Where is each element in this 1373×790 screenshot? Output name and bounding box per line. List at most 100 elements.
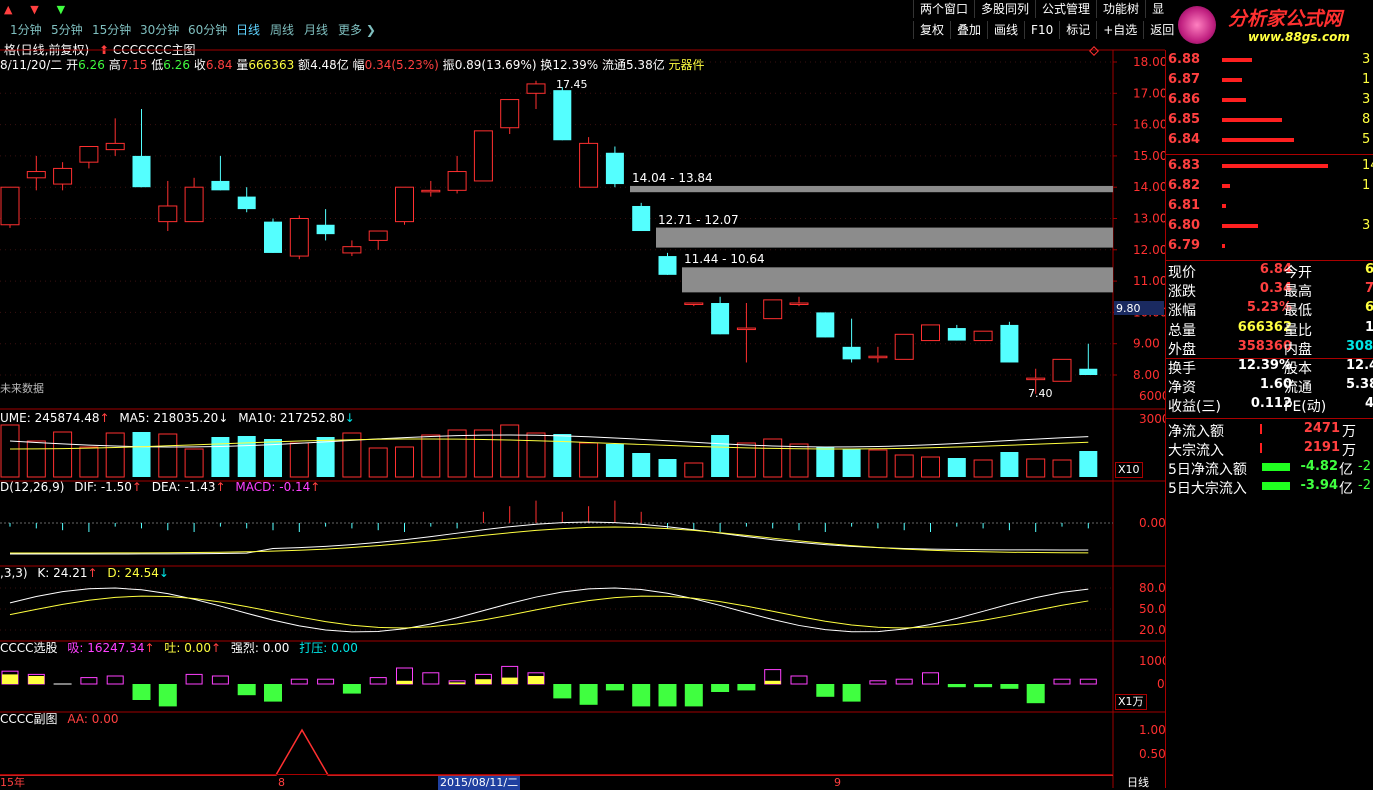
multi-stock-button[interactable]: 多股同列	[974, 0, 1035, 18]
candle-body-up	[736, 327, 756, 331]
buy-volume-bar	[1222, 244, 1225, 248]
sell-volume-bar	[1222, 78, 1242, 82]
mark-button[interactable]: 标记	[1059, 21, 1096, 39]
select-qiang: 强烈: 0.00	[230, 641, 290, 655]
overlay-button[interactable]: 叠加	[950, 21, 987, 39]
function-tree-button[interactable]: 功能树	[1096, 0, 1145, 18]
select-bar-positive	[1079, 678, 1097, 685]
quote-value-right: 3080	[1346, 338, 1373, 354]
volume-bar-up	[395, 446, 414, 478]
macd-dif-line	[9, 521, 1089, 555]
up-arrow-icon[interactable]: ▲	[4, 3, 12, 16]
select-graph	[1, 665, 1097, 707]
candle-body-up	[921, 324, 940, 342]
candle-body-up	[184, 186, 204, 223]
down-arrow-green-icon[interactable]: ▼	[57, 3, 65, 16]
select-bar-positive	[790, 675, 808, 685]
tab-5min[interactable]: 5分钟	[51, 20, 83, 40]
buy-price: 6.82	[1168, 178, 1201, 193]
volume-bar-up	[105, 432, 125, 478]
back-button[interactable]: 返回	[1143, 21, 1180, 39]
volume-bar-down	[316, 437, 335, 477]
down-arrow-icon[interactable]: ▼	[30, 3, 38, 16]
volume-bar-down	[553, 434, 572, 477]
volume-bar-down	[605, 444, 624, 477]
kdj-axis-label: 50.00	[1139, 602, 1165, 616]
quote-value-right: 1	[1364, 319, 1373, 335]
select-bar-negative	[579, 684, 598, 705]
flow-bar	[1262, 482, 1290, 490]
volume-ma5: MA5: 218035.20	[119, 411, 219, 425]
select-bar-negative	[816, 684, 835, 697]
candle-body-up	[447, 171, 467, 191]
tab-15min[interactable]: 15分钟	[92, 20, 131, 40]
sell-volume-bar	[1222, 98, 1246, 102]
candle-body-up	[973, 330, 993, 342]
candle-body-up	[26, 171, 46, 179]
select-bar-positive	[185, 673, 203, 685]
volume-bar-up	[421, 434, 441, 478]
quote-label-right: 股本	[1284, 361, 1312, 377]
tab-monthly[interactable]: 月线	[304, 20, 328, 40]
sell-price: 6.87	[1168, 72, 1201, 87]
kdj-k: K: 24.21	[37, 566, 88, 580]
sub-header: CCCC副图 AA: 0.00	[0, 712, 118, 726]
kdj-k-line	[9, 587, 1089, 633]
select-bar-positive	[895, 678, 913, 685]
tab-daily[interactable]: 日线	[236, 20, 260, 40]
two-windows-button[interactable]: 两个窗口	[913, 0, 974, 18]
tab-60min[interactable]: 60分钟	[188, 20, 227, 40]
select-bar-yellow	[528, 676, 544, 684]
sell-price: 6.88	[1168, 52, 1201, 67]
zone-rect-2	[656, 227, 1113, 248]
add-watchlist-button[interactable]: +自选	[1096, 21, 1143, 39]
price-zones	[630, 185, 1113, 293]
sell-price: 6.85	[1168, 112, 1201, 127]
volume-bar-up	[684, 462, 704, 478]
candle-body-down	[1000, 324, 1019, 363]
right-panel: 6.8836.8716.8636.8586.845 6.83146.8216.8…	[1165, 50, 1373, 788]
price-axes: 18.00 17.00 16.00 15.00 14.00 13.00 12.00 11.00…	[1089, 46, 1165, 761]
tab-30min[interactable]: 30分钟	[140, 20, 179, 40]
sell-volume-bar	[1222, 118, 1282, 122]
candle-body-up	[105, 142, 125, 151]
quote-label-right: 流通	[1284, 380, 1312, 397]
restore-right-button[interactable]: 复权	[913, 21, 950, 39]
select-bar-negative	[711, 684, 730, 692]
price-axis-label: 18.00	[1133, 55, 1165, 69]
candle-body-up	[500, 99, 520, 129]
quote-label-left: 外盘	[1168, 341, 1196, 358]
macd-params: D(12,26,9)	[0, 480, 65, 494]
tab-1min[interactable]: 1分钟	[10, 20, 42, 40]
flow-unit: 万	[1342, 424, 1356, 440]
f10-button[interactable]: F10	[1024, 21, 1059, 39]
zone-label-3: 11.44 - 10.64	[684, 252, 765, 266]
quote-label-left: 换手	[1168, 361, 1196, 377]
volume-bar-up	[447, 429, 467, 478]
flow-label: 5日大宗流入	[1168, 481, 1247, 497]
select-bar-positive	[290, 678, 308, 685]
candle-body-up	[342, 246, 362, 254]
select-bar-negative	[1000, 684, 1019, 689]
volume-bar-down	[1000, 452, 1019, 477]
flow-unit: 亿	[1339, 481, 1353, 497]
volume-bar-up	[26, 440, 46, 478]
volume-bar-up	[579, 442, 599, 478]
high-mark: 17.45	[556, 78, 588, 91]
tab-weekly[interactable]: 周线	[270, 20, 294, 40]
candle-body-down	[132, 155, 151, 188]
buy-price: 6.79	[1168, 238, 1201, 253]
draw-line-button[interactable]: 画线	[987, 21, 1024, 39]
quote-label-left: 净资	[1168, 380, 1196, 397]
tab-more[interactable]: 更多 ❯	[338, 20, 376, 40]
volume-bar-up	[184, 448, 204, 478]
display-button[interactable]: 显	[1145, 0, 1170, 18]
select-bar-negative	[237, 684, 256, 696]
formula-manage-button[interactable]: 公式管理	[1035, 0, 1096, 18]
quote-label-left: 总量	[1168, 322, 1196, 339]
price-axis-label: 15.00	[1133, 149, 1165, 163]
zone-label-2: 12.71 - 12.07	[658, 213, 739, 227]
top-toolbar: ▲ ▼ ▼ 1分钟 5分钟 15分钟 30分钟 60分钟 日线 周线 月线 更多…	[0, 0, 1373, 44]
volume-axis-label: 30000	[1139, 412, 1165, 426]
right-bottom-buttons: 复权 叠加 画线 F10 标记 +自选 返回	[913, 21, 1180, 39]
